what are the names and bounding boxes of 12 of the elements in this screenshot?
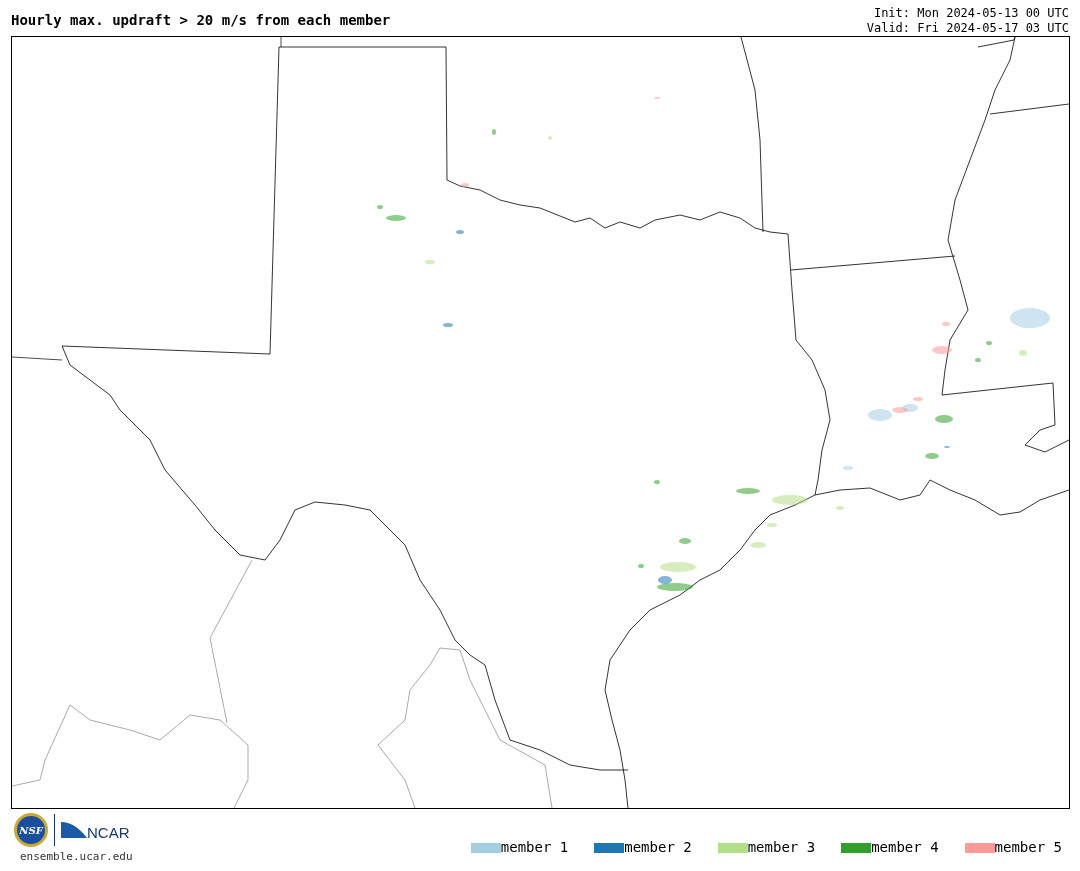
legend-label: member 5 — [994, 838, 1062, 857]
nsf-logo: NSF — [14, 813, 48, 847]
valid-time: Valid: Fri 2024-05-17 03 UTC — [866, 21, 1069, 36]
ncar-mark-icon — [61, 820, 87, 840]
chart-title: Hourly max. updraft > 20 m/s from each member — [11, 11, 391, 30]
legend-label: member 3 — [747, 838, 816, 857]
legend-label: member 1 — [500, 838, 569, 857]
ncar-logo: NCAR — [87, 825, 130, 840]
legend-label: member 4 — [871, 838, 939, 857]
legend-label: member 2 — [624, 838, 692, 857]
init-time: Init: Mon 2024-05-13 00 UTC — [873, 6, 1069, 21]
site-url: ensemble.ucar.edu — [20, 849, 133, 865]
